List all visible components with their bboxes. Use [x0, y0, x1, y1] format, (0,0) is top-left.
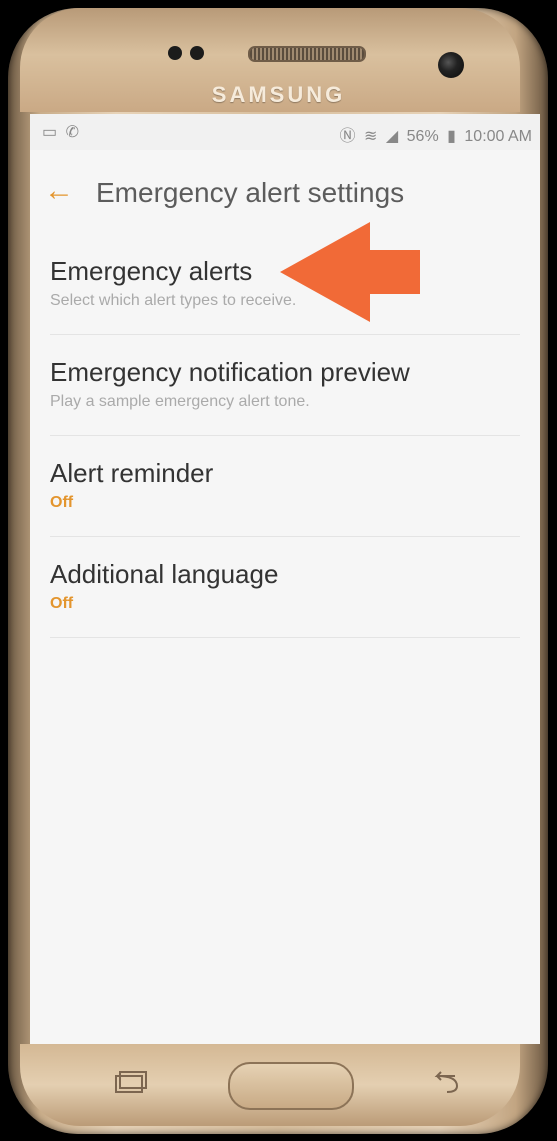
setting-notification-preview[interactable]: Emergency notification preview Play a sa… [50, 335, 520, 436]
setting-title: Alert reminder [50, 458, 214, 488]
setting-subtitle: Select which alert types to receive. [50, 292, 297, 309]
setting-additional-language[interactable]: Additional language Off [50, 537, 520, 638]
brand-logo: SAMSUNG [211, 82, 346, 107]
battery-percent: 56% [406, 128, 439, 145]
setting-value: Off [50, 595, 74, 612]
setting-title: Emergency alerts [50, 256, 253, 286]
nfc-icon: Ⓝ [339, 128, 356, 145]
recent-apps-icon[interactable] [110, 1068, 150, 1096]
signal-icon: ◢ [385, 128, 399, 145]
home-button[interactable] [228, 1062, 354, 1110]
setting-value: Off [50, 494, 74, 511]
call-icon: ✆ [65, 124, 79, 141]
page-title: Emergency alert settings [96, 177, 405, 208]
bottom-bezel [20, 1044, 520, 1126]
status-left: ▭ ✆ [38, 122, 79, 142]
screen: ▭ ✆ Ⓝ ≋ ◢ 56% ▮ 10:00 AM ← Emergency ale… [30, 114, 540, 1044]
setting-subtitle: Play a sample emergency alert tone. [50, 393, 310, 410]
back-key-icon[interactable] [425, 1068, 465, 1096]
front-camera [438, 52, 464, 78]
pointer-arrow-icon [280, 222, 420, 322]
back-arrow-icon[interactable]: ← [44, 176, 80, 208]
sensor-dot [168, 46, 182, 60]
setting-title: Additional language [50, 559, 279, 589]
clock: 10:00 AM [464, 128, 532, 145]
setting-title: Emergency notification preview [50, 357, 410, 387]
screenshot-icon: ▭ [42, 124, 58, 141]
status-right: Ⓝ ≋ ◢ 56% ▮ 10:00 AM [336, 122, 532, 146]
sensor-dot [190, 46, 204, 60]
status-bar: ▭ ✆ Ⓝ ≋ ◢ 56% ▮ 10:00 AM [30, 114, 540, 150]
earpiece [248, 46, 366, 62]
battery-icon: ▮ [447, 128, 456, 145]
wifi-icon: ≋ [364, 128, 378, 145]
setting-alert-reminder[interactable]: Alert reminder Off [50, 436, 520, 537]
